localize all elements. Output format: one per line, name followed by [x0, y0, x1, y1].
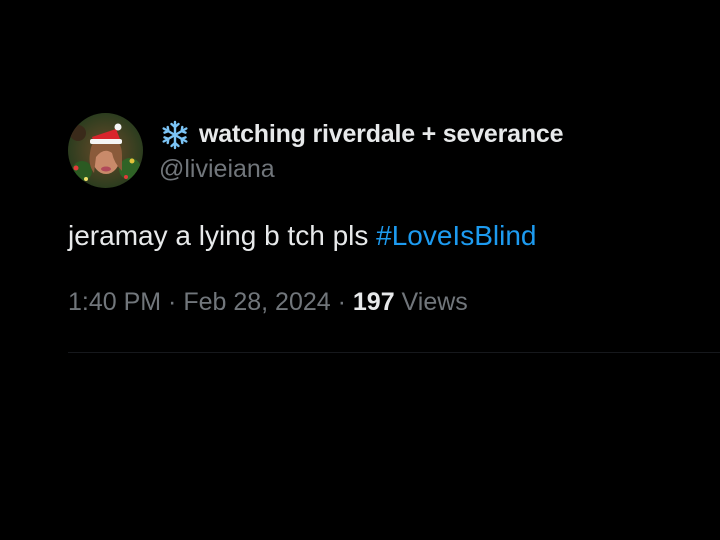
tweet-body: jeramay a lying b tch pls: [68, 220, 377, 251]
views-count: 197: [352, 288, 395, 316]
tweet: watching riverdale + severance @livieian…: [68, 112, 720, 318]
tweet-date[interactable]: Feb 28, 2024: [183, 288, 330, 316]
tweet-text: jeramay a lying b tch pls #LoveIsBlind: [68, 218, 720, 254]
tweet-meta: 1:40 PM · Feb 28, 2024 · 197 Views: [68, 286, 720, 318]
meta-separator: ·: [161, 288, 184, 316]
user-handle[interactable]: @livieiana: [159, 155, 563, 184]
meta-separator: ·: [330, 288, 353, 316]
snowflake-icon: [159, 119, 191, 151]
tweet-header: watching riverdale + severance @livieian…: [68, 112, 720, 188]
display-name-row[interactable]: watching riverdale + severance: [159, 117, 564, 153]
avatar[interactable]: [68, 112, 143, 188]
tweet-time[interactable]: 1:40 PM: [68, 288, 161, 316]
divider: [68, 352, 720, 353]
hashtag-link[interactable]: #LoveIsBlind: [376, 220, 536, 251]
user-names: watching riverdale + severance @livieian…: [159, 117, 564, 184]
views-label: Views: [394, 288, 468, 316]
display-name[interactable]: watching riverdale + severance: [199, 120, 564, 149]
